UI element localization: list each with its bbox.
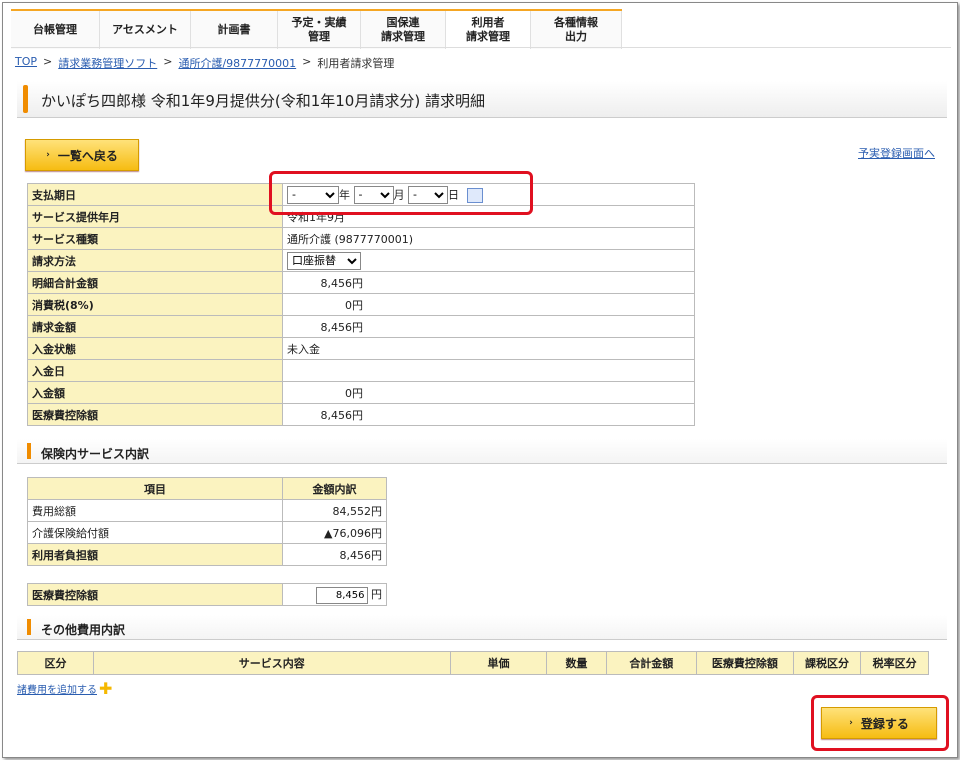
medical-deduction-label: 医療費控除額 <box>27 403 283 426</box>
pay-date-highlight <box>269 171 533 215</box>
table-header-row: 項目 金額内訳 <box>27 477 387 500</box>
nav-assessment[interactable]: アセスメント <box>100 11 191 49</box>
top-navigation: 台帳管理 アセスメント 計画書 予定・実績 管理 国保連 請求管理 利用者 請求… <box>11 9 622 49</box>
breadcrumb-service[interactable]: 通所介護/9877770001 <box>178 55 296 71</box>
col-tax-category: 課税区分 <box>792 651 862 675</box>
nav-output[interactable]: 各種情報 出力 <box>531 11 622 49</box>
insurance-section-header: 保険内サービス内訳 <box>17 439 947 464</box>
tax-value: 0円 <box>345 298 363 312</box>
breadcrumb-sep: > <box>43 55 53 68</box>
row-value: 84,552円 <box>282 499 387 522</box>
col-service-content: サービス内容 <box>92 651 451 675</box>
row-value: ▲76,096円 <box>282 521 387 544</box>
table-row: 入金状態 未入金 <box>27 337 695 360</box>
payment-status-label: 入金状態 <box>27 337 283 360</box>
billing-amount-label: 請求金額 <box>27 315 283 338</box>
other-costs-table: 区分 サービス内容 単価 数量 合計金額 医療費控除額 課税区分 税率区分 <box>17 651 929 675</box>
add-expense-link[interactable]: 諸費用を追加する ✚ <box>17 678 113 698</box>
payment-date-value <box>282 359 695 382</box>
nav-kokuhoren-billing[interactable]: 国保連 請求管理 <box>361 11 446 49</box>
medical-deduction-value: 8,456円 <box>320 408 364 422</box>
back-to-list-button[interactable]: › 一覧へ戻る <box>25 139 139 171</box>
payment-status-value: 未入金 <box>282 337 695 360</box>
service-type-label: サービス種類 <box>27 227 283 250</box>
billing-detail-table: 支払期日 -年 -月 -日 サービス提供年月 令和1年9月 サービス種類 通所介… <box>27 183 695 426</box>
row-value: 8,456円 <box>282 543 387 566</box>
tax-label: 消費税(8%) <box>27 293 283 316</box>
table-row: サービス種類 通所介護 (9877770001) <box>27 227 695 250</box>
insurance-section-title: 保険内サービス内訳 <box>41 447 150 461</box>
col-item: 項目 <box>27 477 283 500</box>
payment-amount-label: 入金額 <box>27 381 283 404</box>
nav-ledger[interactable]: 台帳管理 <box>11 11 100 49</box>
service-month-label: サービス提供年月 <box>27 205 283 228</box>
breadcrumb-soft[interactable]: 請求業務管理ソフト <box>58 55 157 71</box>
table-row: 請求金額 8,456円 <box>27 315 695 338</box>
col-tax-rate: 税率区分 <box>860 651 929 675</box>
detail-total-value: 8,456円 <box>320 276 364 290</box>
deduction-input[interactable] <box>315 586 368 604</box>
chevron-right-icon: › <box>46 150 50 160</box>
col-amount: 金額内訳 <box>282 477 387 500</box>
title-bar: かいぽち四郎様 令和1年9月提供分(令和1年10月請求分) 請求明細 <box>17 81 947 118</box>
table-row: 入金額 0円 <box>27 381 695 404</box>
payment-date-label: 入金日 <box>27 359 283 382</box>
detail-total-label: 明細合計金額 <box>27 271 283 294</box>
col-quantity: 数量 <box>546 651 607 675</box>
insurance-breakdown-table: 項目 金額内訳 費用総額 84,552円 介護保険給付額 ▲76,096円 利用… <box>27 477 387 566</box>
title-accent <box>23 85 28 113</box>
billing-method-label: 請求方法 <box>27 249 283 272</box>
other-section-title: その他費用内訳 <box>41 623 126 637</box>
breadcrumb: TOP > 請求業務管理ソフト > 通所介護/9877770001 > 利用者請… <box>15 55 394 71</box>
medical-deduction-table: 医療費控除額 円 <box>27 583 387 606</box>
plus-icon: ✚ <box>99 678 113 698</box>
table-row: 明細合計金額 8,456円 <box>27 271 695 294</box>
table-header-row: 区分 サービス内容 単価 数量 合計金額 医療費控除額 課税区分 税率区分 <box>17 651 929 675</box>
nav-user-billing[interactable]: 利用者 請求管理 <box>446 11 531 49</box>
page-title: かいぽち四郎様 令和1年9月提供分(令和1年10月請求分) 請求明細 <box>41 92 485 110</box>
col-category: 区分 <box>17 651 94 675</box>
table-row: 消費税(8%) 0円 <box>27 293 695 316</box>
app-window: 台帳管理 アセスメント 計画書 予定・実績 管理 国保連 請求管理 利用者 請求… <box>2 2 958 758</box>
breadcrumb-sep: > <box>302 55 312 68</box>
breadcrumb-sep: > <box>163 55 173 68</box>
nav-divider <box>11 47 951 48</box>
payment-amount-value: 0円 <box>345 386 363 400</box>
col-medical-deduction: 医療費控除額 <box>696 651 794 675</box>
col-unit-price: 単価 <box>449 651 548 675</box>
billing-method-select[interactable]: 口座振替 <box>287 251 361 270</box>
breadcrumb-current: 利用者請求管理 <box>317 57 395 70</box>
table-row: 請求方法 口座振替 <box>27 249 695 272</box>
nav-plan[interactable]: 計画書 <box>191 11 278 49</box>
pay-date-label: 支払期日 <box>27 183 283 206</box>
register-highlight <box>811 695 949 751</box>
billing-amount-value: 8,456円 <box>320 320 364 334</box>
other-section-header: その他費用内訳 <box>17 615 947 640</box>
schedule-record-link[interactable]: 予実登録画面へ <box>858 145 935 161</box>
nav-schedule-record[interactable]: 予定・実績 管理 <box>278 11 361 49</box>
row-label: 費用総額 <box>27 499 283 522</box>
row-label: 利用者負担額 <box>27 543 283 566</box>
breadcrumb-top[interactable]: TOP <box>15 55 37 71</box>
section-accent <box>27 443 31 459</box>
deduction-unit: 円 <box>371 587 382 601</box>
table-row: 医療費控除額 8,456円 <box>27 403 695 426</box>
service-type-value: 通所介護 (9877770001) <box>282 227 695 250</box>
table-row: 介護保険給付額 ▲76,096円 <box>27 521 387 544</box>
table-row: 入金日 <box>27 359 695 382</box>
col-total: 合計金額 <box>605 651 698 675</box>
table-row: 利用者負担額 8,456円 <box>27 543 387 566</box>
section-accent <box>27 619 31 635</box>
deduction-label: 医療費控除額 <box>27 583 283 606</box>
row-label: 介護保険給付額 <box>27 521 283 544</box>
table-row: 費用総額 84,552円 <box>27 499 387 522</box>
table-row: 医療費控除額 円 <box>27 583 387 606</box>
